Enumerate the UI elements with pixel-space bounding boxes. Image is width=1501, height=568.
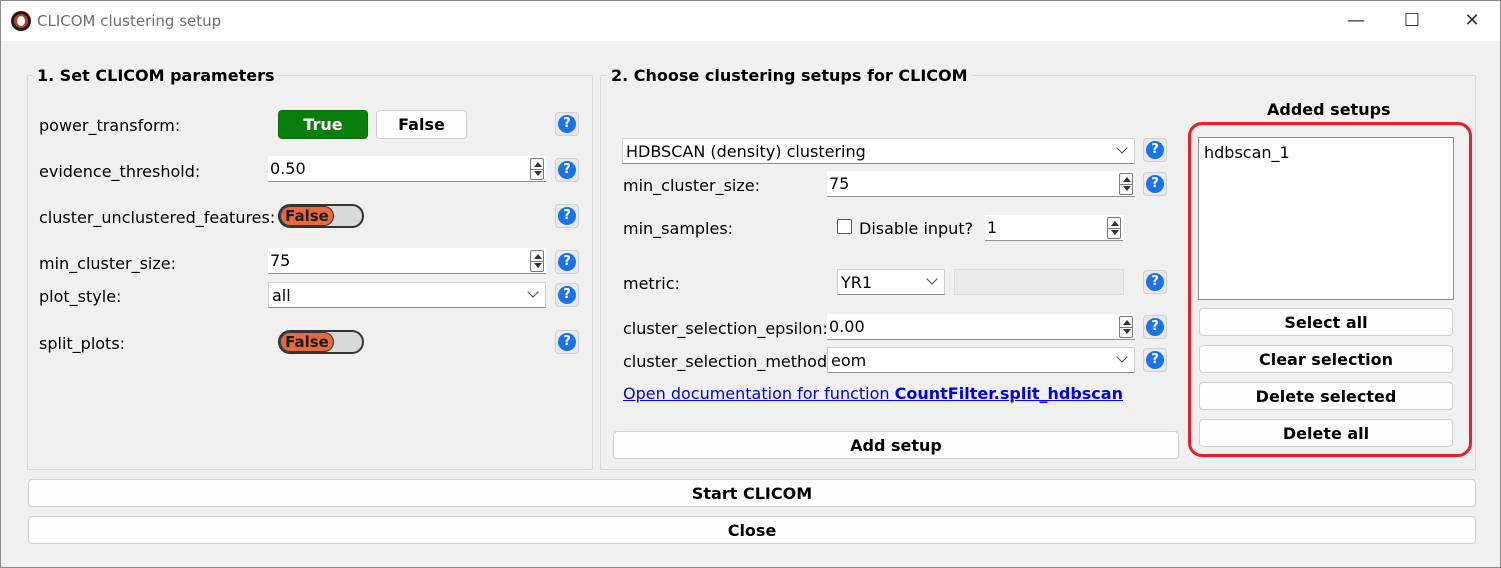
cluster-unclustered-toggle[interactable]: False xyxy=(278,204,364,228)
help-icon: ? xyxy=(558,161,576,179)
setup-min-cluster-size-spinbox[interactable]: 75 xyxy=(827,171,1135,197)
disable-input-checkbox[interactable] xyxy=(837,219,852,234)
select-all-button[interactable]: Select all xyxy=(1199,308,1453,336)
help-icon: ? xyxy=(1146,273,1164,291)
epsilon-value: 0.00 xyxy=(829,317,865,336)
help-icon: ? xyxy=(1146,318,1164,336)
added-setups-title: Added setups xyxy=(1267,100,1391,119)
clustering-method-select[interactable]: HDBSCAN (density) clustering xyxy=(622,138,1135,164)
spin-arrows-icon[interactable] xyxy=(530,250,544,272)
min-samples-value: 1 xyxy=(987,218,998,237)
plot-style-select[interactable]: all xyxy=(268,282,546,308)
cluster-unclustered-help-button[interactable]: ? xyxy=(555,204,579,228)
min-samples-label: min_samples: xyxy=(623,219,734,238)
help-icon: ? xyxy=(558,207,576,225)
metric-extra-input xyxy=(954,269,1124,295)
help-icon: ? xyxy=(1146,175,1164,193)
chevron-down-icon xyxy=(1116,351,1128,363)
split-plots-help-button[interactable]: ? xyxy=(555,330,579,354)
chevron-down-icon xyxy=(527,286,539,298)
title-bar: CLICOM clustering setup — ☐ ✕ xyxy=(1,1,1500,41)
setup-min-cluster-size-label: min_cluster_size: xyxy=(623,176,760,195)
minimize-icon[interactable]: — xyxy=(1344,9,1368,33)
power-transform-true-button[interactable]: True xyxy=(278,110,368,139)
metric-select[interactable]: YR1 xyxy=(837,269,945,295)
delete-selected-button[interactable]: Delete selected xyxy=(1199,382,1453,410)
metric-value: YR1 xyxy=(841,273,873,292)
epsilon-help-button[interactable]: ? xyxy=(1143,315,1167,339)
split-plots-toggle[interactable]: False xyxy=(278,330,364,354)
close-button[interactable]: Close xyxy=(28,516,1476,544)
evidence-threshold-label: evidence_threshold: xyxy=(39,162,201,181)
help-icon: ? xyxy=(558,253,576,271)
clicom-parameters-title: 1. Set CLICOM parameters xyxy=(33,66,279,85)
clustering-method-value: HDBSCAN (density) clustering xyxy=(626,142,866,161)
selection-method-select[interactable]: eom xyxy=(827,347,1135,373)
min-cluster-size-help-button[interactable]: ? xyxy=(555,250,579,274)
list-item[interactable]: hdbscan_1 xyxy=(1204,143,1290,162)
selection-method-label: cluster_selection_method: xyxy=(623,352,833,371)
help-icon: ? xyxy=(558,333,576,351)
selection-method-value: eom xyxy=(831,351,867,370)
plot-style-help-button[interactable]: ? xyxy=(555,283,579,307)
delete-all-button[interactable]: Delete all xyxy=(1199,419,1453,447)
min-cluster-size-spinbox[interactable]: 75 xyxy=(268,248,546,274)
power-transform-false-button[interactable]: False xyxy=(376,110,467,139)
help-icon: ? xyxy=(558,115,576,133)
added-setups-list[interactable]: hdbscan_1 xyxy=(1198,137,1454,300)
plot-style-label: plot_style: xyxy=(39,287,122,306)
selection-method-help-button[interactable]: ? xyxy=(1143,348,1167,372)
help-icon: ? xyxy=(1146,141,1164,159)
start-clicom-button[interactable]: Start CLICOM xyxy=(28,479,1476,507)
chevron-down-icon xyxy=(926,273,938,285)
dialog-window: CLICOM clustering setup — ☐ ✕ 1. Set CLI… xyxy=(0,0,1501,568)
cluster-unclustered-label: cluster_unclustered_features: xyxy=(39,208,276,227)
metric-help-button[interactable]: ? xyxy=(1143,270,1167,294)
evidence-threshold-value: 0.50 xyxy=(270,159,306,178)
clear-selection-button[interactable]: Clear selection xyxy=(1199,345,1453,373)
setup-min-cluster-size-help-button[interactable]: ? xyxy=(1143,172,1167,196)
evidence-threshold-spinbox[interactable]: 0.50 xyxy=(268,156,546,182)
disable-input-label: Disable input? xyxy=(859,219,974,238)
spin-arrows-icon[interactable] xyxy=(1107,217,1121,239)
spin-arrows-icon[interactable] xyxy=(530,158,544,180)
close-window-icon[interactable]: ✕ xyxy=(1460,9,1484,33)
toggle-knob: False xyxy=(280,206,334,226)
app-logo-icon xyxy=(11,11,31,31)
toggle-knob: False xyxy=(280,332,334,352)
power-transform-label: power_transform: xyxy=(39,116,181,135)
help-icon: ? xyxy=(1146,351,1164,369)
epsilon-spinbox[interactable]: 0.00 xyxy=(827,314,1135,340)
min-cluster-size-label: min_cluster_size: xyxy=(39,254,176,273)
spin-arrows-icon[interactable] xyxy=(1119,173,1133,195)
metric-label: metric: xyxy=(623,274,680,293)
clustering-method-help-button[interactable]: ? xyxy=(1143,138,1167,162)
add-setup-button[interactable]: Add setup xyxy=(613,431,1179,459)
power-transform-help-button[interactable]: ? xyxy=(555,112,579,136)
epsilon-label: cluster_selection_epsilon: xyxy=(623,319,828,338)
help-icon: ? xyxy=(558,286,576,304)
chevron-down-icon xyxy=(1116,142,1128,154)
split-plots-label: split_plots: xyxy=(39,334,126,353)
documentation-link[interactable]: Open documentation for function CountFil… xyxy=(623,384,1123,403)
spin-arrows-icon[interactable] xyxy=(1119,316,1133,338)
plot-style-value: all xyxy=(272,286,291,305)
clustering-setups-title: 2. Choose clustering setups for CLICOM xyxy=(607,66,972,85)
window-title: CLICOM clustering setup xyxy=(37,12,222,30)
min-cluster-size-value: 75 xyxy=(270,251,291,270)
setup-min-cluster-size-value: 75 xyxy=(829,174,850,193)
evidence-threshold-help-button[interactable]: ? xyxy=(555,158,579,182)
maximize-icon[interactable]: ☐ xyxy=(1400,9,1424,33)
min-samples-spinbox[interactable]: 1 xyxy=(985,215,1123,241)
